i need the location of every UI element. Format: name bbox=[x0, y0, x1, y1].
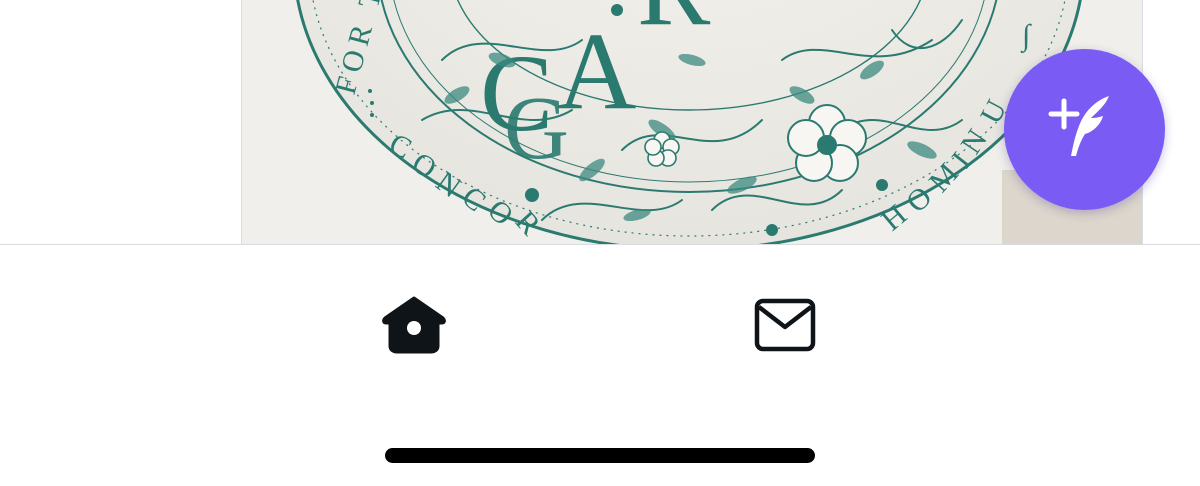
app-screen: FOR T C O N C O R H O M I N U C A R G bbox=[0, 0, 1200, 486]
home-indicator bbox=[385, 448, 815, 463]
svg-text:R: R bbox=[637, 0, 711, 48]
bottom-tab-bar bbox=[0, 245, 1200, 391]
birdhouse-icon bbox=[382, 296, 446, 354]
tab-messages[interactable] bbox=[745, 285, 825, 365]
tab-home[interactable] bbox=[374, 285, 454, 365]
compose-post-button[interactable] bbox=[1004, 49, 1165, 210]
feather-plus-icon bbox=[1048, 95, 1109, 156]
envelope-icon bbox=[754, 298, 816, 352]
svg-text:∫: ∫ bbox=[1020, 19, 1032, 54]
svg-text:G: G bbox=[504, 79, 569, 178]
